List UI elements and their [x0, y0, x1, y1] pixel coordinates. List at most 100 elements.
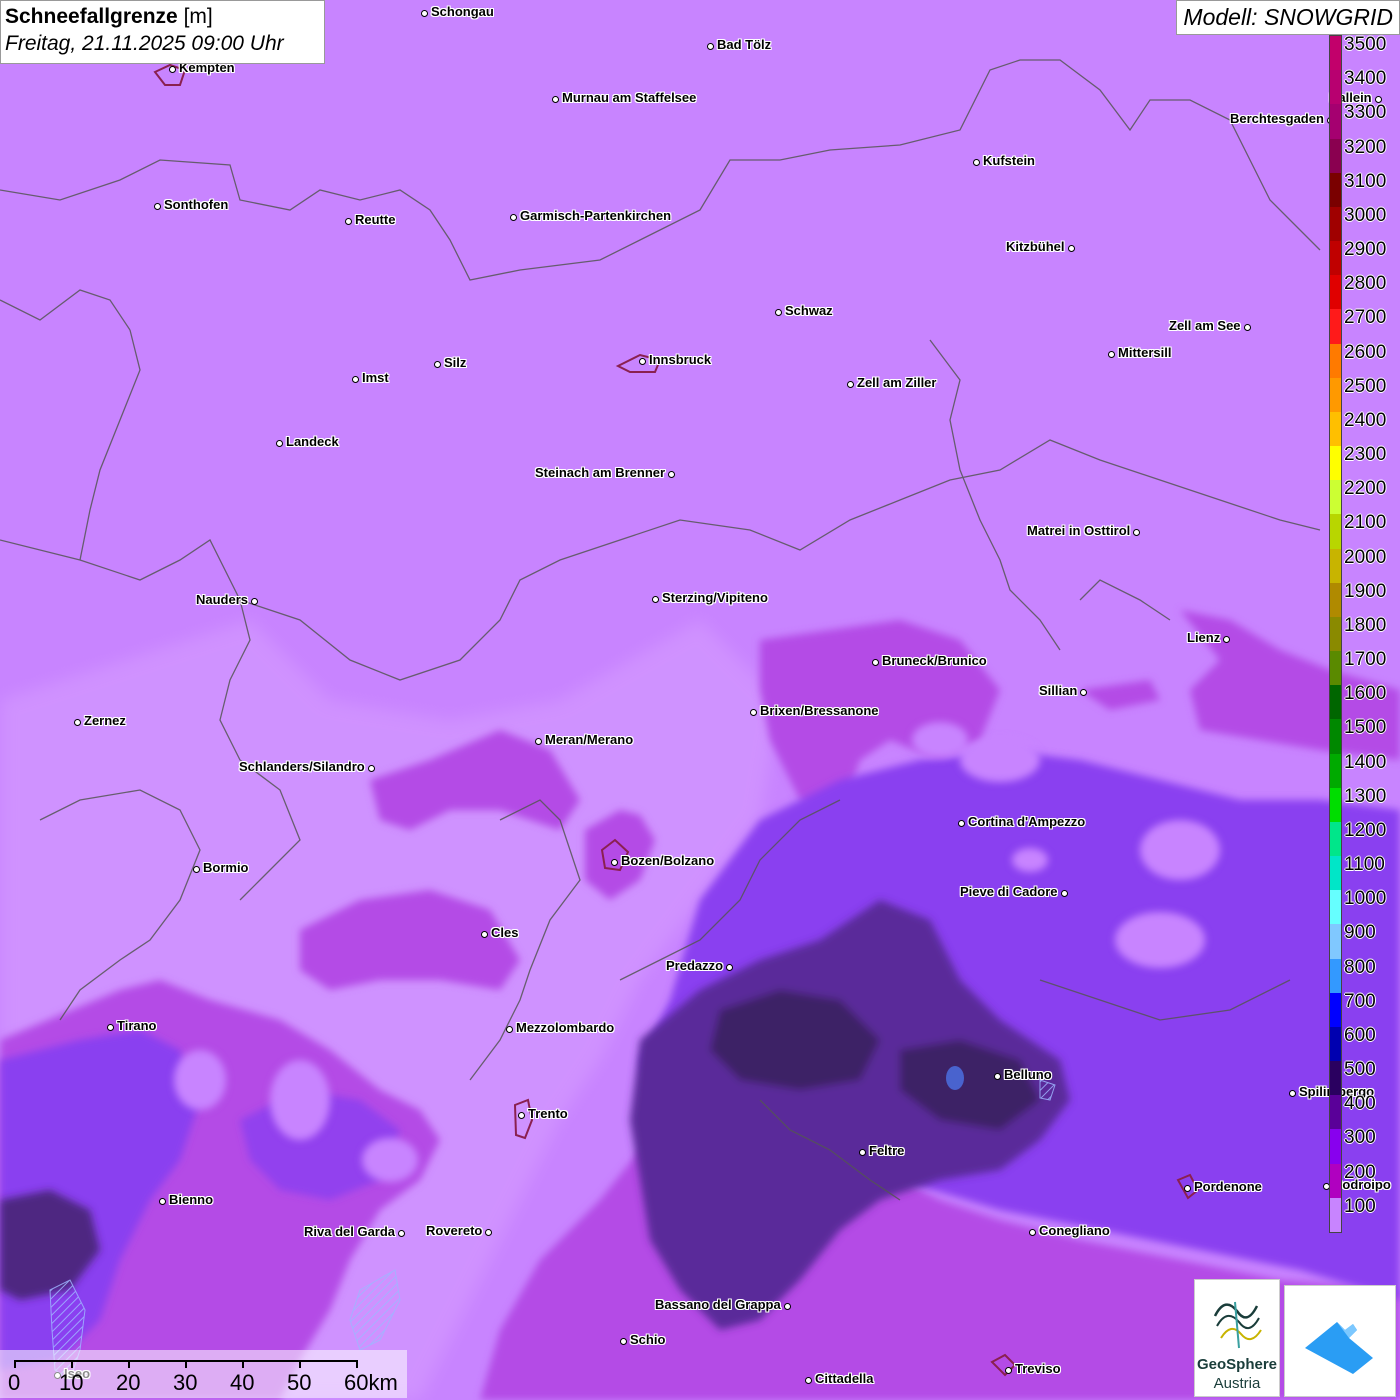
geosphere-subname: Austria — [1213, 1375, 1261, 1392]
city-label: Murnau am Staffelsee — [562, 90, 697, 105]
legend-label: 1200 — [1344, 819, 1387, 841]
city-label: Sonthofen — [164, 197, 229, 212]
city-marker — [1079, 688, 1087, 696]
city-marker — [1243, 323, 1251, 331]
legend-label: 2000 — [1344, 546, 1387, 568]
legend-label: 1500 — [1344, 717, 1387, 739]
legend-swatch — [1330, 582, 1341, 618]
city-label: Steinach am Brenner — [535, 465, 666, 480]
geosphere-logo-icon — [1213, 1301, 1262, 1349]
city-label: Cittadella — [815, 1371, 874, 1386]
city-marker — [517, 1111, 525, 1119]
city-marker — [774, 308, 782, 316]
city-marker — [168, 65, 176, 73]
city-marker — [725, 963, 733, 971]
legend-swatch — [1330, 309, 1341, 345]
city-label: Brixen/Bressanone — [760, 703, 879, 718]
city-marker — [1183, 1184, 1191, 1192]
city-label: Cortina d'Ampezzo — [968, 814, 1086, 829]
legend-label: 3300 — [1344, 102, 1387, 124]
city-marker — [1004, 1366, 1012, 1374]
legend-swatch — [1330, 1163, 1341, 1199]
city-label: Schongau — [431, 4, 494, 19]
city-marker — [153, 202, 161, 210]
city-label: Bormio — [203, 860, 249, 875]
city-marker — [610, 858, 618, 866]
city-marker — [351, 375, 359, 383]
legend-swatch — [1330, 992, 1341, 1028]
city-marker — [846, 380, 854, 388]
legend-label: 1000 — [1344, 888, 1387, 910]
scale-tick — [299, 1360, 301, 1368]
legend-swatch — [1330, 856, 1341, 891]
city-marker — [551, 95, 559, 103]
city-label: Matrei in Osttirol — [1027, 523, 1131, 538]
city-label: Treviso — [1015, 1361, 1061, 1376]
city-marker — [534, 737, 542, 745]
legend-label: 1600 — [1344, 683, 1387, 705]
city-marker — [433, 360, 441, 368]
scale-label: 0 — [8, 1370, 21, 1395]
title-datetime: Freitag, 21.11.2025 09:00 Uhr — [5, 32, 284, 55]
legend-swatch — [1330, 958, 1341, 994]
city-marker — [250, 597, 258, 605]
city-marker — [651, 595, 659, 603]
city-marker — [1060, 889, 1068, 897]
city-marker — [420, 9, 428, 17]
city-label: Meran/Merano — [545, 732, 634, 747]
city-marker — [638, 357, 646, 365]
city-label: Garmisch-Partenkirchen — [520, 208, 672, 223]
legend-label: 3500 — [1344, 34, 1387, 55]
city-label: Zernez — [84, 713, 126, 728]
legend-swatch — [1330, 1197, 1341, 1233]
city-marker — [367, 764, 375, 772]
city-label: Belluno — [1004, 1067, 1052, 1082]
snow-logo — [1284, 1285, 1396, 1397]
legend-swatch — [1330, 651, 1341, 686]
title-unit: [m] — [183, 5, 213, 28]
city-marker — [1107, 350, 1115, 358]
city-label: Innsbruck — [649, 352, 712, 367]
legend-label: 1800 — [1344, 614, 1387, 636]
legend-swatch — [1330, 377, 1341, 413]
scale-tick — [356, 1360, 358, 1368]
legend-label: 900 — [1344, 922, 1376, 944]
city-marker — [783, 1302, 791, 1310]
legend-colorbar — [1329, 35, 1342, 1233]
legend-swatch — [1330, 275, 1341, 310]
legend-swatch — [1330, 1095, 1341, 1130]
scale-tick — [71, 1360, 73, 1368]
city-label: Schwaz — [785, 303, 833, 318]
legend-label: 700 — [1344, 990, 1376, 1012]
legend-label: 300 — [1344, 1127, 1376, 1149]
legend-label: 800 — [1344, 956, 1376, 978]
city-marker — [509, 213, 517, 221]
city-marker — [505, 1025, 513, 1033]
city-marker — [749, 708, 757, 716]
legend-label: 3000 — [1344, 204, 1387, 226]
scale-label: 20 — [116, 1370, 141, 1395]
city-marker — [1067, 244, 1075, 252]
snow-logo-icon — [1305, 1322, 1373, 1374]
legend-swatch — [1330, 514, 1341, 550]
legend-label: 1900 — [1344, 580, 1387, 602]
city-label: Kitzbühel — [1006, 239, 1065, 254]
legend-swatch — [1330, 787, 1341, 823]
city-label: Zell am Ziller — [857, 375, 937, 390]
legend-label: 2900 — [1344, 239, 1387, 261]
legend-label: 2500 — [1344, 375, 1387, 397]
legend-swatch — [1330, 206, 1341, 242]
city-label: Bruneck/Brunico — [882, 653, 987, 668]
scale-label: 50 — [287, 1370, 312, 1395]
city-marker — [1028, 1228, 1036, 1236]
city-label: Sterzing/Vipiteno — [662, 590, 768, 605]
legend-label: 2200 — [1344, 478, 1387, 500]
city-label: Zell am See — [1169, 318, 1241, 333]
city-label: Bienno — [169, 1192, 214, 1207]
legend-swatch — [1330, 343, 1341, 379]
model-label: Modell: SNOWGRID — [1176, 0, 1400, 35]
title-line: Schneefallgrenze [m] — [5, 4, 320, 30]
city-label: Nauders — [196, 592, 249, 607]
legend-swatch — [1330, 1061, 1341, 1096]
city-marker — [344, 217, 352, 225]
